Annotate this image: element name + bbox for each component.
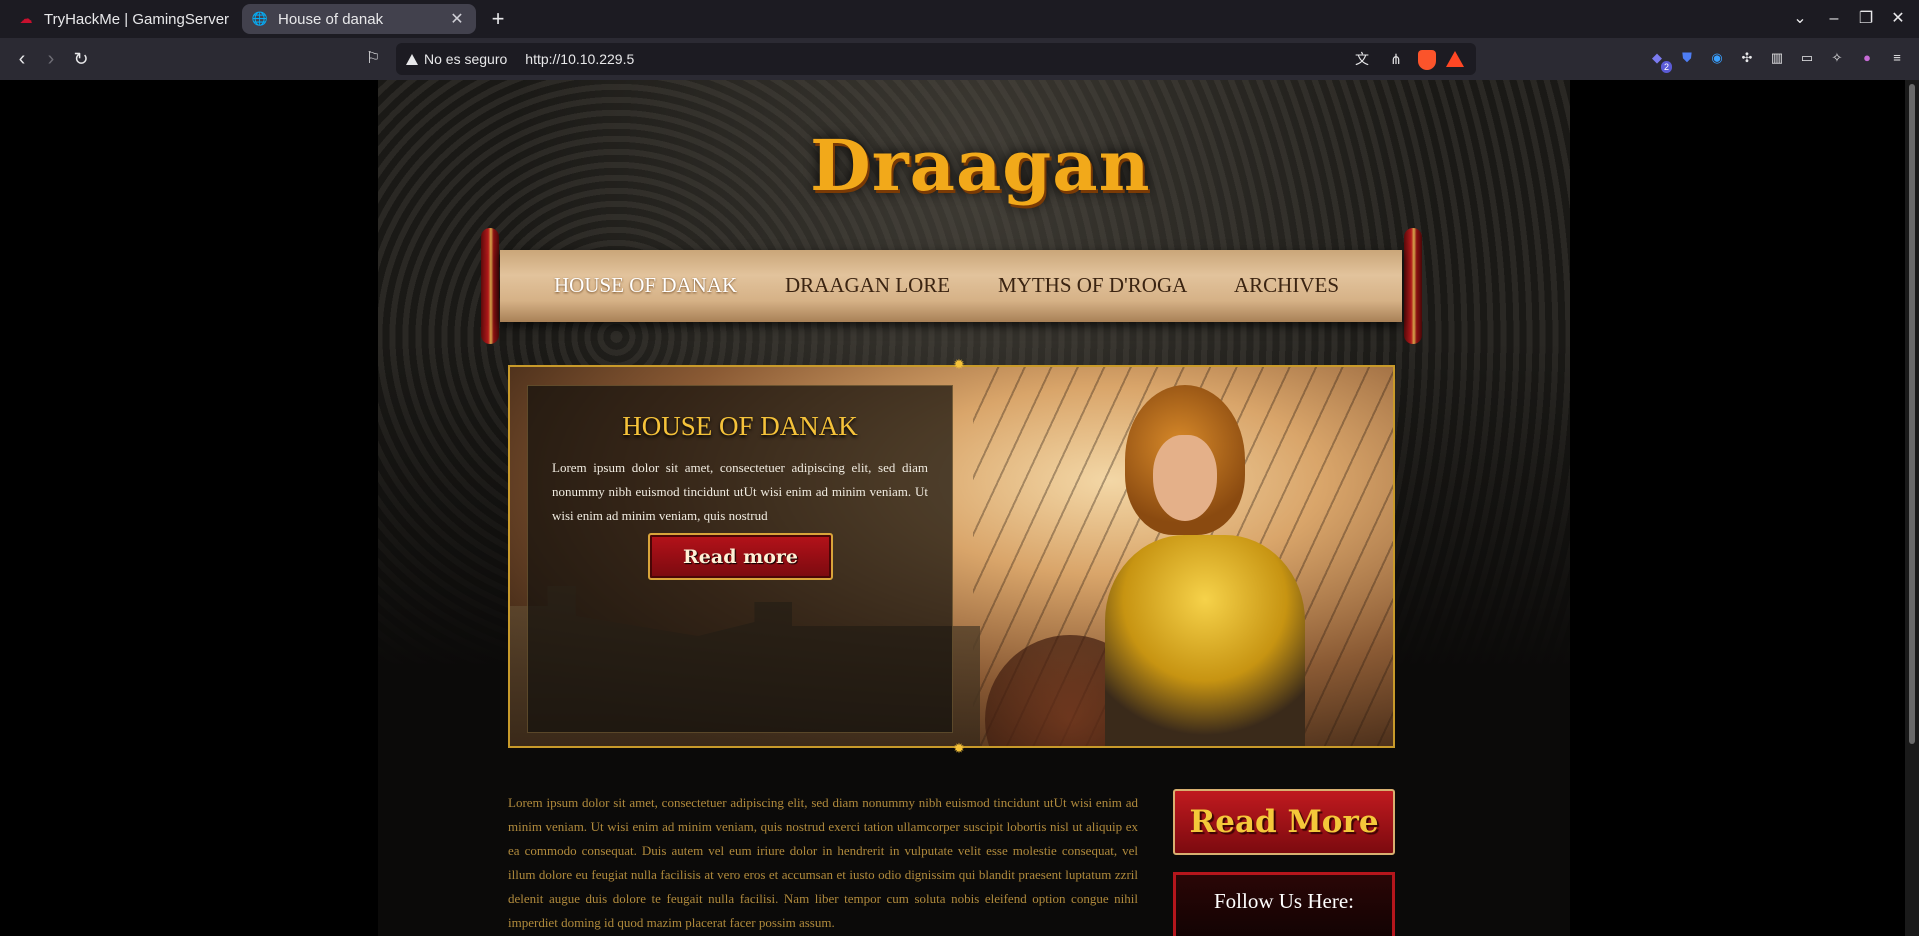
sun-ornament-icon: ✹ <box>953 740 965 756</box>
close-window-button[interactable]: ✕ <box>1884 6 1912 32</box>
hero-read-more-button[interactable]: Read more <box>648 533 833 580</box>
new-tab-button[interactable]: + <box>486 6 510 32</box>
bookmark-icon[interactable]: ⚐ <box>360 46 386 72</box>
profile-icon[interactable]: ● <box>1856 47 1878 69</box>
back-button[interactable]: ‹ <box>9 46 35 72</box>
menu-icon[interactable]: ≡ <box>1886 47 1908 69</box>
scroll-rod-right <box>1404 228 1422 344</box>
warning-icon <box>406 53 418 65</box>
nav-draagan-lore[interactable]: DRAAGAN LORE <box>785 273 950 298</box>
tryhackme-icon: ☁ <box>19 11 33 26</box>
tab-list-icon[interactable]: ⌄ <box>1786 6 1814 32</box>
restore-button[interactable]: ❐ <box>1852 6 1880 32</box>
extension-badge: 2 <box>1660 61 1672 73</box>
translate-icon[interactable]: 文 <box>1350 47 1374 71</box>
page-scrollbar[interactable] <box>1905 80 1919 936</box>
share-icon[interactable]: ⋔ <box>1384 47 1408 71</box>
nav-myths-of-droga[interactable]: MYTHS OF D'ROGA <box>998 273 1187 298</box>
hero-title: HOUSE OF DANAK <box>622 411 858 441</box>
browser-toolbar: ‹ › ↻ ⚐ No es seguro http://10.10.229.5 … <box>0 38 1919 80</box>
brave-shields-icon[interactable] <box>1418 50 1436 70</box>
tab-label: TryHackMe | GamingServer <box>44 10 230 28</box>
forward-button[interactable]: › <box>38 46 64 72</box>
brave-rewards-icon[interactable] <box>1446 51 1464 67</box>
url-text[interactable]: http://10.10.229.5 <box>525 51 634 67</box>
scroll-rod-left <box>481 228 499 344</box>
extensions-puzzle-icon[interactable]: ✣ <box>1736 47 1758 69</box>
page-viewport: Draagan HOUSE OF DANAK DRAAGAN LORE MYTH… <box>0 80 1905 936</box>
tab-house-of-danak[interactable]: 🌐 House of danak ✕ <box>242 4 476 34</box>
glasses-extension-icon[interactable]: ◉ <box>1706 47 1728 69</box>
follow-us-title: Follow Us Here: <box>1214 889 1354 913</box>
hero-text: Lorem ipsum dolor sit amet, consectetuer… <box>552 460 928 523</box>
sidebar-read-more-button[interactable]: Read More <box>1173 789 1395 855</box>
security-label: No es seguro <box>424 51 508 67</box>
warrior-face <box>1153 435 1217 521</box>
scrollbar-thumb[interactable] <box>1909 84 1915 744</box>
tab-tryhackme[interactable]: ☁ TryHackMe | GamingServer <box>8 4 240 34</box>
address-bar[interactable]: No es seguro http://10.10.229.5 文 ⋔ <box>396 43 1476 75</box>
globe-icon: 🌐 <box>251 11 269 26</box>
minimize-button[interactable]: – <box>1820 6 1848 32</box>
tab-bar: ☁ TryHackMe | GamingServer 🌐 House of da… <box>0 0 1919 38</box>
follow-us-box: Follow Us Here: <box>1173 872 1395 936</box>
tab-label: House of danak <box>278 10 384 28</box>
security-indicator[interactable]: No es seguro <box>406 51 507 67</box>
main-body-text: Lorem ipsum dolor sit amet, consectetuer… <box>508 795 1138 930</box>
nav-archives[interactable]: ARCHIVES <box>1234 273 1339 298</box>
leo-ai-icon[interactable]: ✧ <box>1826 47 1848 69</box>
bitwarden-icon[interactable]: ⛊ <box>1676 47 1698 69</box>
sun-ornament-icon: ✹ <box>953 356 965 372</box>
close-tab-icon[interactable]: ✕ <box>448 9 466 29</box>
warrior-armor <box>1105 535 1305 746</box>
reload-button[interactable]: ↻ <box>68 46 94 72</box>
wallet-icon[interactable]: ▭ <box>1796 47 1818 69</box>
sidebar-icon[interactable]: ▥ <box>1766 47 1788 69</box>
extension-icon[interactable]: ◆ 2 <box>1646 47 1672 73</box>
warrior-illustration <box>985 385 1325 746</box>
nav-house-of-danak[interactable]: HOUSE OF DANAK <box>554 273 737 298</box>
site-logo[interactable]: Draagan <box>810 124 1150 207</box>
